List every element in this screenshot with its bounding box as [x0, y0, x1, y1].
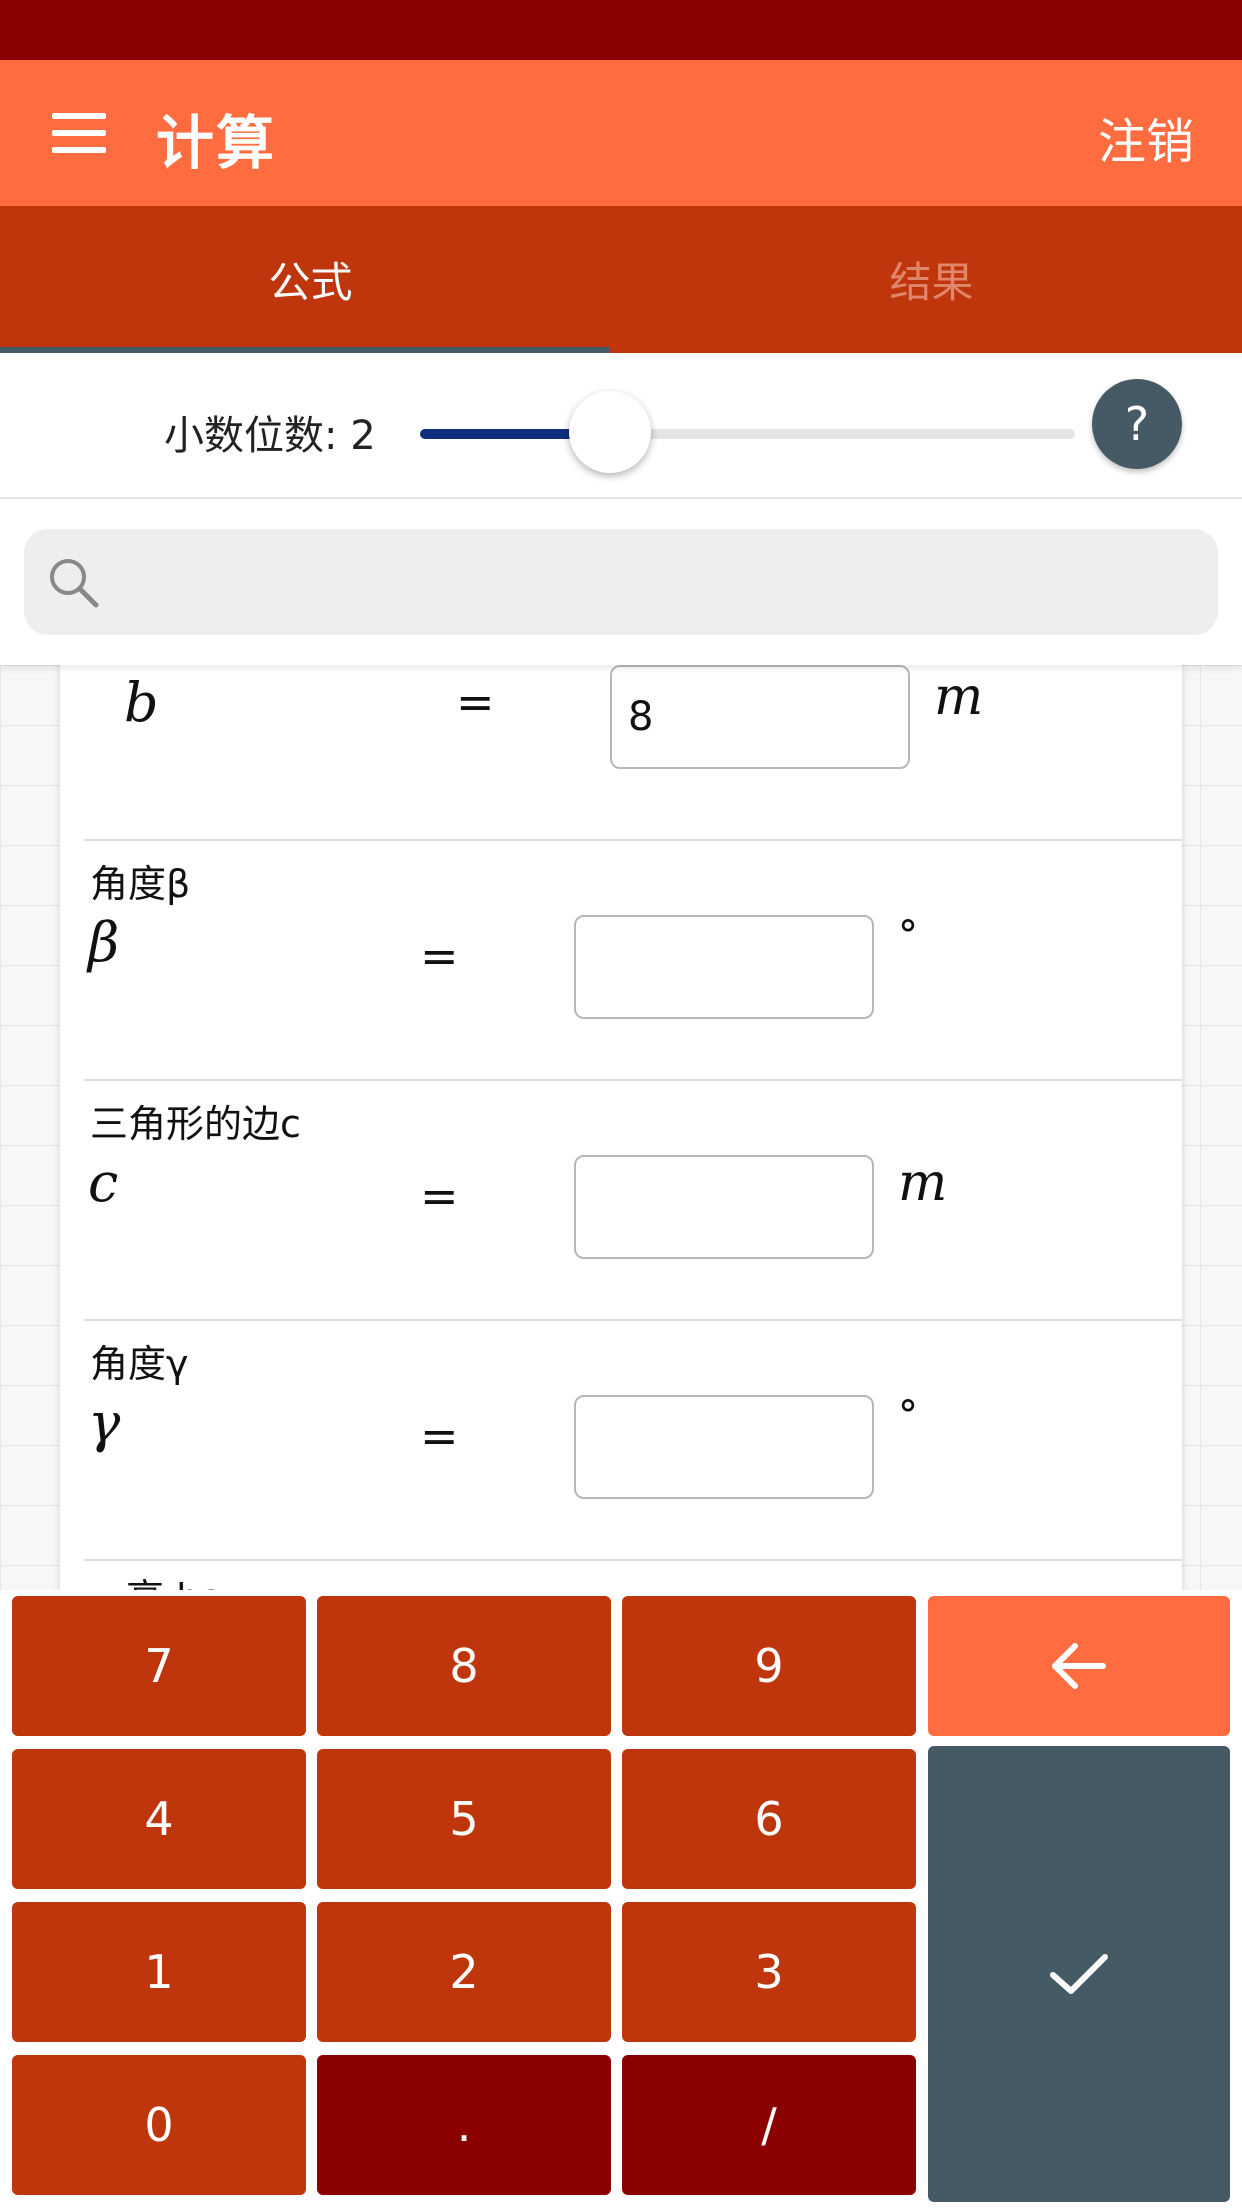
field-row-c: 三角形的边c c = m — [84, 1081, 1086, 1321]
page-title: 计算 — [156, 109, 277, 177]
key-slash[interactable]: / — [622, 2055, 916, 2195]
tab-bar: 公式 结果 — [0, 206, 1242, 353]
field-input-b[interactable] — [610, 665, 910, 769]
field-symbol: c — [88, 1151, 119, 1214]
equals-sign: = — [456, 675, 495, 729]
logout-button[interactable]: 注销 — [1098, 102, 1194, 172]
key-4[interactable]: 4 — [12, 1749, 306, 1889]
field-label-c: 三角形的边c — [90, 1102, 301, 1146]
search-bar — [0, 501, 1242, 665]
field-input-gamma[interactable] — [574, 1395, 874, 1499]
key-6[interactable]: 6 — [622, 1749, 916, 1889]
search-icon — [50, 559, 99, 608]
field-unit: m — [898, 1153, 948, 1213]
tab-formula[interactable]: 公式 — [0, 206, 621, 353]
equals-sign: = — [420, 1409, 459, 1463]
field-symbol: b — [124, 671, 159, 734]
status-bar — [0, 0, 1242, 60]
key-7[interactable]: 7 — [12, 1596, 306, 1736]
key-decimal-point[interactable]: . — [317, 2055, 611, 2195]
decimal-places-label: 小数位数: 2 — [164, 413, 376, 459]
hamburger-menu-icon[interactable] — [52, 113, 106, 153]
field-label-gamma: 角度γ — [90, 1342, 189, 1386]
key-1[interactable]: 1 — [12, 1902, 306, 2042]
key-0[interactable]: 0 — [12, 2055, 306, 2195]
field-symbol: γ — [88, 1391, 121, 1454]
field-label-beta: 角度β — [90, 862, 191, 906]
key-8[interactable]: 8 — [317, 1596, 611, 1736]
backspace-button[interactable] — [928, 1596, 1230, 1736]
tab-result[interactable]: 结果 — [621, 206, 1242, 353]
formula-card: b = m 角度β β = ° 三角形的边c c = m 角度γ γ = — [60, 665, 1182, 1600]
help-button[interactable]: ? — [1092, 379, 1182, 469]
field-unit: ° — [898, 913, 918, 959]
field-input-beta[interactable] — [574, 915, 874, 1019]
confirm-button[interactable] — [928, 1746, 1230, 2202]
field-row-beta: 角度β β = ° — [84, 841, 1086, 1081]
search-input[interactable] — [124, 547, 1194, 617]
app-bar: 计算 注销 — [0, 60, 1242, 206]
key-9[interactable]: 9 — [622, 1596, 916, 1736]
field-unit: ° — [898, 1393, 918, 1439]
formula-content: b = m 角度β β = ° 三角形的边c c = m 角度γ γ = — [0, 665, 1242, 1600]
arrow-left-icon — [1052, 1643, 1106, 1689]
slider-thumb[interactable] — [569, 391, 651, 473]
equals-sign: = — [420, 1169, 459, 1223]
field-symbol: β — [88, 911, 120, 974]
key-3[interactable]: 3 — [622, 1902, 916, 2042]
numeric-keypad: 7 8 9 4 5 6 1 2 3 0 . / — [0, 1590, 1242, 2208]
equals-sign: = — [420, 929, 459, 983]
divider — [84, 1559, 1182, 1561]
decimal-places-row: 小数位数: 2 ? — [0, 353, 1242, 499]
key-2[interactable]: 2 — [317, 1902, 611, 2042]
search-box[interactable] — [24, 529, 1218, 635]
field-row-gamma: 角度γ γ = ° — [84, 1321, 1086, 1561]
decimal-places-slider[interactable] — [420, 429, 1075, 439]
field-input-c[interactable] — [574, 1155, 874, 1259]
field-unit: m — [934, 667, 984, 727]
check-icon — [1050, 1954, 1108, 1994]
key-5[interactable]: 5 — [317, 1749, 611, 1889]
